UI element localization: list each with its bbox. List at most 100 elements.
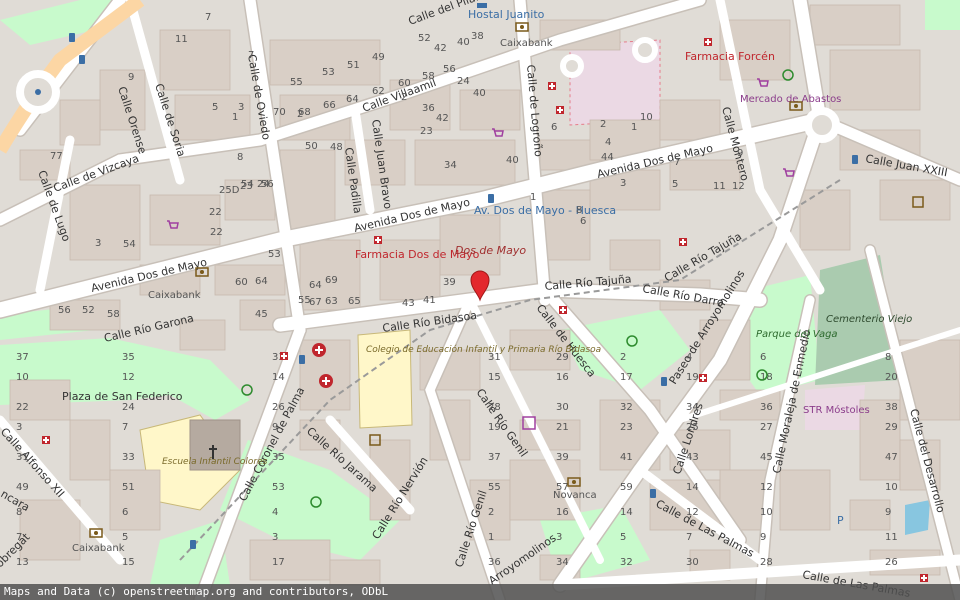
- house-number: 41: [423, 295, 436, 306]
- house-number: 49: [16, 482, 29, 493]
- bus-stop-icon: [852, 155, 858, 164]
- poi-bus-stop: Av. Dos de Mayo - Huesca: [474, 204, 616, 217]
- house-number: 30: [556, 402, 569, 413]
- house-number: 42: [434, 43, 447, 54]
- house-number: 2: [401, 92, 407, 103]
- house-number: 48: [330, 142, 343, 153]
- house-number: 26: [885, 557, 898, 568]
- map-canvas[interactable]: Avenida Dos de Mayo Avenida Dos de Mayo …: [0, 0, 960, 600]
- house-number: 5: [122, 532, 128, 543]
- house-number: 56: [58, 305, 71, 316]
- house-number: 36: [488, 557, 501, 568]
- house-number: 42: [436, 113, 449, 124]
- bus-stop-icon: [488, 194, 494, 203]
- house-number: 70: [273, 107, 286, 118]
- park-area: [925, 0, 960, 30]
- house-number: 22: [16, 402, 29, 413]
- house-number: 12: [732, 181, 745, 192]
- bus-stop-icon: [661, 377, 667, 386]
- roundabout-center: [35, 89, 41, 95]
- poi-caixabank: Caixabank: [500, 38, 553, 49]
- house-number: 21: [556, 422, 569, 433]
- poi-caixabank: Caixabank: [72, 543, 125, 554]
- house-number: 26: [272, 402, 285, 413]
- poi-dos-de-mayo: Dos de Mayo: [455, 244, 526, 257]
- house-number: 8: [237, 152, 243, 163]
- house-number: 65: [348, 296, 361, 307]
- house-number: 40: [457, 37, 470, 48]
- house-number: 24: [457, 76, 470, 87]
- poi-farmacia-forcen: Farmacia Forcén: [685, 50, 775, 63]
- house-number: 52: [82, 305, 95, 316]
- street-label-calle-alfonso-xii: Calle Alfonso XII: [0, 425, 67, 500]
- house-number: 10: [760, 507, 773, 518]
- house-number: 7: [205, 12, 211, 23]
- pharmacy-icon: [556, 106, 564, 114]
- house-number: 4: [605, 137, 611, 148]
- house-number: 3: [272, 532, 278, 543]
- house-number: 7: [686, 532, 692, 543]
- house-number: 77: [50, 151, 63, 162]
- house-number: 63: [325, 296, 338, 307]
- house-number: 25: [686, 422, 699, 433]
- house-number: 37: [488, 452, 501, 463]
- house-number: 10: [640, 112, 653, 123]
- pharmacy-icon: [42, 436, 50, 444]
- house-number: 3: [238, 102, 244, 113]
- house-number: 51: [347, 60, 360, 71]
- house-number: 45: [255, 309, 268, 320]
- roundabout: [560, 54, 584, 78]
- house-number: 1: [631, 122, 637, 133]
- pharmacy-icon: [559, 306, 567, 314]
- house-number: 7: [122, 422, 128, 433]
- house-number: 36: [760, 402, 773, 413]
- house-number: 13: [16, 557, 29, 568]
- house-number: 47: [885, 452, 898, 463]
- house-number: 14: [686, 482, 699, 493]
- house-number: 11: [175, 34, 188, 45]
- house-number: 8: [576, 205, 582, 216]
- house-number: 17: [620, 372, 633, 383]
- roundabout: [804, 107, 840, 143]
- house-number: 6: [580, 216, 586, 227]
- house-number: 19: [488, 422, 501, 433]
- house-number: 6: [551, 122, 557, 133]
- house-number: 3: [556, 532, 562, 543]
- house-number: 12: [122, 372, 135, 383]
- house-number: 19: [686, 372, 699, 383]
- house-number: 5: [620, 532, 626, 543]
- house-number: 49: [372, 52, 385, 63]
- cart-icon: [783, 168, 795, 177]
- house-number: 23: [240, 181, 253, 192]
- house-number: 58: [422, 71, 435, 82]
- house-number: 54: [123, 239, 136, 250]
- bus-stop-icon: [650, 489, 656, 498]
- pharmacy-icon: [704, 38, 712, 46]
- house-number: 27: [760, 422, 773, 433]
- house-number: 62: [372, 86, 385, 97]
- house-number: 40: [473, 88, 486, 99]
- house-number: 31: [16, 452, 29, 463]
- house-number: 38: [885, 402, 898, 413]
- house-number: 43: [402, 298, 415, 309]
- house-number: 2: [600, 119, 606, 130]
- house-number: 2: [488, 507, 494, 518]
- house-number: 29: [885, 422, 898, 433]
- playground-icon: [241, 384, 253, 396]
- attribution-bar[interactable]: Maps and Data (c) openstreetmap.org and …: [0, 584, 960, 600]
- bus-stop-icon: [299, 355, 305, 364]
- house-number: 5: [212, 102, 218, 113]
- house-number: 32: [620, 557, 633, 568]
- pitch: [905, 500, 930, 535]
- map-svg[interactable]: Avenida Dos de Mayo Avenida Dos de Mayo …: [0, 0, 960, 600]
- pharmacy-icon: [548, 82, 556, 90]
- house-number: 55: [488, 482, 501, 493]
- house-number: 9: [760, 532, 766, 543]
- house-number: 29: [556, 352, 569, 363]
- hospital-icon: [319, 374, 333, 388]
- house-number: 50: [305, 141, 318, 152]
- house-number: 32: [620, 402, 633, 413]
- house-number: 51: [122, 482, 135, 493]
- house-number: 45: [760, 452, 773, 463]
- house-number: 16: [556, 507, 569, 518]
